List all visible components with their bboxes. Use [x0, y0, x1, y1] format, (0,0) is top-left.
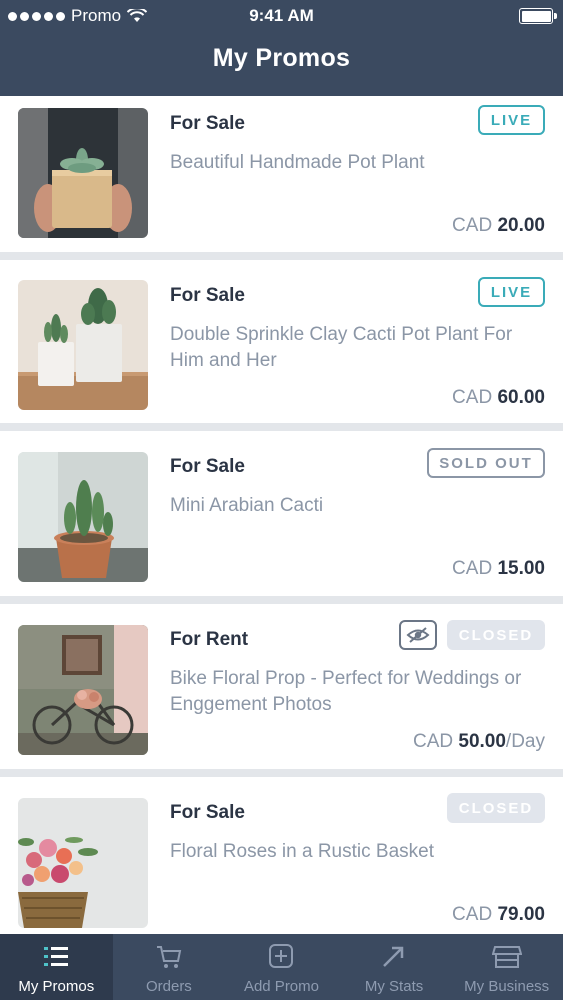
status-bar: Promo 9:41 AM — [0, 0, 563, 32]
price-amount: 60.00 — [497, 387, 545, 408]
tab-my-business[interactable]: My Business — [450, 934, 563, 1000]
price-amount: 20.00 — [497, 215, 545, 236]
status-badge: SOLD OUT — [427, 448, 545, 478]
tab-label: My Stats — [364, 978, 424, 995]
price-currency: CAD — [452, 904, 493, 925]
promo-card[interactable]: For Rent CLOSED Bike Floral Prop - Perfe… — [0, 604, 563, 769]
price-currency: CAD — [452, 215, 493, 236]
promo-type: For Sale — [170, 802, 245, 823]
tab-bar: My Promos Orders Add Promo My Stats My B… — [0, 934, 563, 1000]
promo-card[interactable]: For Sale SOLD OUT Mini Arabian Cacti CAD… — [0, 431, 563, 596]
tab-add-promo[interactable]: Add Promo — [225, 934, 338, 1000]
promo-title: Beautiful Handmade Pot Plant — [170, 152, 425, 173]
tab-label: Add Promo — [243, 978, 319, 995]
price-currency: CAD — [452, 387, 493, 408]
promo-thumbnail — [18, 798, 148, 928]
status-time: 9:41 AM — [249, 6, 314, 25]
promo-thumbnail — [18, 108, 148, 238]
promo-price: CAD 79.00 — [452, 904, 545, 926]
promo-price: CAD 15.00 — [452, 558, 545, 580]
promo-type: For Rent — [170, 629, 249, 650]
tab-label: My Business — [464, 978, 550, 995]
promo-card[interactable]: For Sale LIVE Double Sprinkle Clay Cacti… — [0, 260, 563, 423]
storefront-icon — [491, 946, 522, 968]
app-header: Promo 9:41 AM My Promos — [0, 0, 563, 96]
promo-title: Bike Floral Prop - Perfect for Weddings … — [170, 668, 522, 715]
promo-price: CAD 60.00 — [452, 387, 545, 409]
tab-my-stats[interactable]: My Stats — [338, 934, 451, 1000]
battery-icon — [519, 8, 557, 24]
eye-off-icon — [406, 627, 430, 643]
promo-title: Mini Arabian Cacti — [170, 495, 324, 516]
promo-type: For Sale — [170, 456, 245, 477]
plus-square-icon — [269, 944, 294, 968]
promo-type: For Sale — [170, 113, 245, 134]
tab-orders[interactable]: Orders — [113, 934, 226, 1000]
promo-price: CAD 20.00 — [452, 215, 545, 237]
status-badge: CLOSED — [447, 793, 545, 823]
promo-price: CAD 50.00/Day — [413, 731, 545, 753]
hide-visibility-button[interactable] — [399, 620, 437, 650]
promo-thumbnail — [18, 625, 148, 755]
promo-title: Floral Roses in a Rustic Basket — [170, 841, 434, 862]
tab-my-promos[interactable]: My Promos — [0, 934, 113, 1000]
status-badge: LIVE — [478, 105, 545, 135]
cart-icon — [156, 946, 182, 968]
status-badge: CLOSED — [447, 620, 545, 650]
promo-card[interactable]: For Sale CLOSED Floral Roses in a Rustic… — [0, 777, 563, 934]
price-currency: CAD — [412, 731, 454, 752]
tab-label: My Promos — [18, 978, 95, 995]
price-amount: 50.00 — [458, 731, 506, 752]
promo-title: Double Sprinkle Clay Cacti Pot Plant For… — [170, 324, 513, 371]
promo-thumbnail — [18, 280, 148, 410]
price-amount: 15.00 — [497, 558, 545, 579]
list-icon — [44, 947, 69, 966]
price-unit: /Day — [505, 731, 545, 752]
price-currency: CAD — [452, 558, 493, 579]
promo-thumbnail — [18, 452, 148, 582]
trend-arrow-icon — [383, 946, 404, 967]
page-title: My Promos — [212, 44, 351, 72]
status-badge: LIVE — [478, 277, 545, 307]
tab-label: Orders — [145, 978, 192, 995]
promo-card[interactable]: For Sale LIVE Beautiful Handmade Pot Pla… — [0, 96, 563, 252]
promo-type: For Sale — [170, 285, 245, 306]
price-amount: 79.00 — [497, 904, 545, 925]
